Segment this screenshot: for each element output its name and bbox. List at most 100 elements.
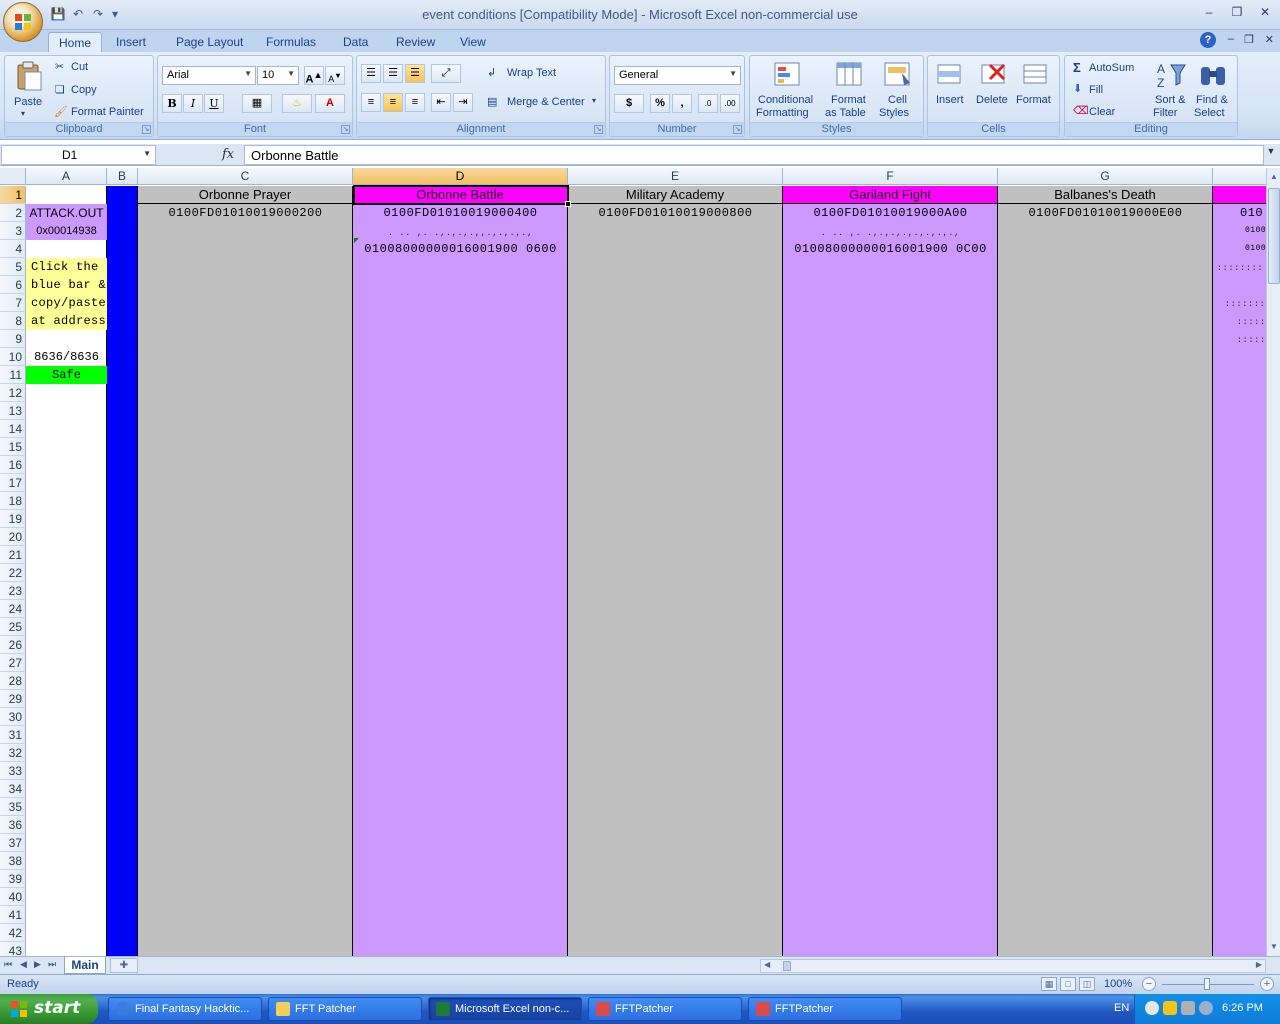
insert-cells-icon[interactable] [934, 59, 966, 91]
column-header-a[interactable]: A [26, 168, 107, 185]
paste-dropdown-icon[interactable]: ▾ [21, 109, 25, 118]
column-c-cells[interactable] [138, 186, 353, 956]
event-code-2[interactable]: 01008000000016001900 0600 [353, 240, 568, 258]
fill-color-button[interactable]: ♨ [282, 94, 312, 113]
tab-review[interactable]: Review [386, 32, 445, 52]
instruction-cell[interactable]: Click the [26, 258, 107, 276]
event-code[interactable]: 0100FD01010019000A00 [783, 204, 998, 222]
event-header[interactable]: Gariland Fight [783, 186, 998, 204]
delete-cells-button[interactable]: Delete [976, 94, 1008, 106]
currency-button[interactable]: $ [614, 94, 644, 113]
row-header[interactable]: 23 [0, 582, 26, 600]
find-select-label[interactable]: Find & [1196, 94, 1228, 106]
size-counter-cell[interactable]: 8636/8636 [26, 348, 107, 366]
format-as-table-label2[interactable]: as Table [825, 107, 866, 119]
cell-styles-label[interactable]: Cell [888, 94, 907, 106]
number-format-select[interactable]: General ▼ [614, 66, 741, 85]
align-center-button[interactable]: ≡ [383, 93, 403, 112]
sort-filter-icon[interactable]: AZ [1155, 59, 1187, 91]
row-header[interactable]: 28 [0, 672, 26, 690]
workbook-close-icon[interactable]: ✕ [1265, 33, 1274, 46]
borders-button[interactable]: ▦ [242, 94, 272, 113]
row-header[interactable]: 6 [0, 276, 26, 294]
zoom-slider-thumb[interactable] [1204, 978, 1210, 990]
instruction-cell[interactable]: blue bar & [26, 276, 107, 294]
row-header[interactable]: 5 [0, 258, 26, 276]
column-header-f[interactable]: F [783, 168, 998, 185]
tab-view[interactable]: View [450, 32, 496, 52]
row-header[interactable]: 21 [0, 546, 26, 564]
column-header-g[interactable]: G [998, 168, 1213, 185]
address-cell[interactable]: 0x00014938 [26, 222, 107, 240]
decrease-indent-button[interactable]: ⇤ [431, 93, 451, 112]
decrease-decimal-button[interactable]: .00 [720, 94, 740, 113]
find-select-label2[interactable]: Select [1194, 107, 1225, 119]
worksheet-grid[interactable]: A B C D E F G 1 2 3 4 5 6 7 8 9 10 11 12 13 14 15 16 17 1… [0, 168, 1266, 956]
close-icon[interactable]: ✕ [1256, 4, 1274, 20]
scroll-up-icon[interactable]: ▲ [1267, 170, 1280, 184]
format-as-table-label[interactable]: Format [831, 94, 866, 106]
grow-font-button[interactable]: A▲ [304, 66, 324, 86]
format-as-table-icon[interactable] [834, 59, 866, 91]
row-header[interactable]: 17 [0, 474, 26, 492]
row-header[interactable]: 30 [0, 708, 26, 726]
instruction-cell[interactable]: copy/paste [26, 294, 107, 312]
font-launcher-icon[interactable]: ↘ [341, 125, 350, 134]
horizontal-scrollbar[interactable]: ◀ ▶ [760, 959, 1266, 973]
column-header-e[interactable]: E [568, 168, 783, 185]
row-header[interactable]: 39 [0, 870, 26, 888]
event-header-partial[interactable] [1213, 186, 1266, 204]
taskbar-item[interactable]: FFT Patcher [268, 997, 422, 1021]
row-header[interactable]: 18 [0, 492, 26, 510]
shrink-font-button[interactable]: A▼ [325, 66, 345, 85]
language-indicator[interactable]: EN [1114, 1002, 1129, 1014]
tray-arrow-icon[interactable] [1145, 1001, 1159, 1015]
partial-code[interactable]: 010 [1213, 204, 1266, 222]
event-code-2[interactable]: 01008000000016001900 0C00 [783, 240, 998, 258]
row-header[interactable]: 33 [0, 762, 26, 780]
insert-sheet-icon[interactable]: ✚ [110, 958, 138, 973]
format-painter-button[interactable]: Format Painter [71, 106, 144, 118]
scroll-down-icon[interactable]: ▼ [1267, 940, 1280, 954]
align-bottom-button[interactable]: ☰ [405, 64, 425, 83]
column-g-cells[interactable] [998, 186, 1213, 956]
restore-icon[interactable]: ❐ [1228, 4, 1246, 20]
tab-formulas[interactable]: Formulas [256, 32, 326, 52]
row-header[interactable]: 7 [0, 294, 26, 312]
zoom-out-icon[interactable]: − [1142, 977, 1156, 991]
row-header[interactable]: 26 [0, 636, 26, 654]
column-f-cells[interactable] [783, 186, 998, 956]
tab-data[interactable]: Data [333, 32, 378, 52]
row-header[interactable]: 32 [0, 744, 26, 762]
orientation-button[interactable]: ⤢ [431, 64, 461, 83]
underline-button[interactable]: U [204, 94, 224, 113]
row-header[interactable]: 25 [0, 618, 26, 636]
row-header[interactable]: 2 [0, 204, 26, 222]
expand-formula-bar-icon[interactable]: ▼ [1264, 146, 1278, 164]
row-header[interactable]: 14 [0, 420, 26, 438]
row-header[interactable]: 36 [0, 816, 26, 834]
horizontal-scroll-thumb[interactable] [783, 961, 791, 971]
bold-button[interactable]: B [162, 94, 182, 113]
event-header[interactable]: Military Academy [568, 186, 783, 204]
event-code[interactable]: 0100FD01010019000800 [568, 204, 783, 222]
increase-indent-button[interactable]: ⇥ [453, 93, 473, 112]
row-header[interactable]: 40 [0, 888, 26, 906]
partial-code[interactable]: 0100 [1245, 240, 1266, 258]
instruction-cell[interactable]: at address [26, 312, 107, 330]
minimize-icon[interactable]: – [1200, 4, 1218, 20]
zoom-in-icon[interactable]: + [1260, 977, 1274, 991]
insert-function-button[interactable]: fx [222, 147, 234, 162]
format-cells-icon[interactable] [1020, 59, 1052, 91]
copy-button[interactable]: Copy [71, 84, 97, 96]
row-header[interactable]: 15 [0, 438, 26, 456]
conditional-formatting-icon[interactable] [772, 59, 804, 91]
align-middle-button[interactable]: ☰ [383, 64, 403, 83]
binoculars-icon[interactable] [1197, 59, 1229, 91]
workbook-restore-icon[interactable]: ❐ [1244, 33, 1254, 46]
italic-button[interactable]: I [183, 94, 203, 113]
volume-icon[interactable] [1199, 1001, 1213, 1015]
autosum-button[interactable]: AutoSum [1089, 62, 1134, 74]
align-top-button[interactable]: ☰ [361, 64, 381, 83]
cell-styles-label2[interactable]: Styles [879, 107, 909, 119]
